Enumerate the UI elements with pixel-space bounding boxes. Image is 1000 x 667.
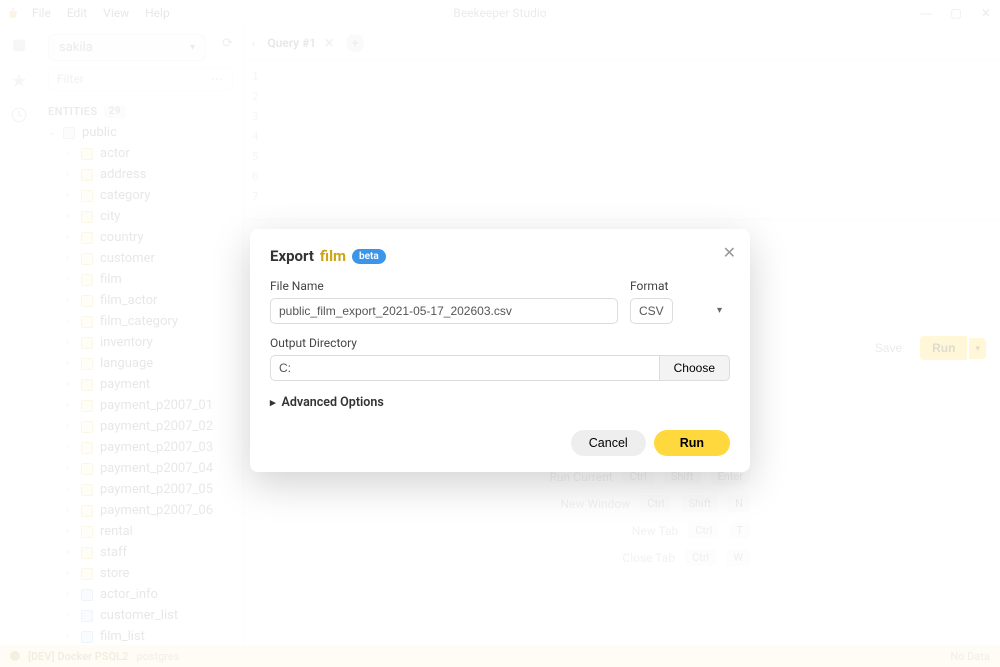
- modal-run-button[interactable]: Run: [654, 430, 730, 456]
- choose-button[interactable]: Choose: [659, 355, 730, 381]
- cancel-button[interactable]: Cancel: [571, 430, 646, 456]
- modal-title-object: film: [320, 247, 346, 265]
- beta-badge: beta: [352, 249, 386, 264]
- format-label: Format: [630, 279, 730, 293]
- advanced-options-label: Advanced Options: [282, 395, 384, 410]
- advanced-options-toggle[interactable]: ▸ Advanced Options: [270, 395, 730, 410]
- format-select[interactable]: CSV: [630, 298, 673, 324]
- filename-input[interactable]: [270, 298, 618, 324]
- chevron-down-icon: ▾: [717, 305, 722, 316]
- chevron-right-icon: ▸: [270, 396, 276, 409]
- field-format: Format CSV ▾: [630, 279, 730, 324]
- output-dir-label: Output Directory: [270, 336, 730, 350]
- export-modal: Export film beta ✕ File Name Format CSV …: [250, 229, 750, 472]
- modal-title-prefix: Export: [270, 247, 314, 265]
- output-dir-input[interactable]: [270, 355, 659, 381]
- field-filename: File Name: [270, 279, 618, 324]
- modal-close-icon[interactable]: ✕: [723, 243, 736, 262]
- modal-title: Export film beta: [270, 247, 730, 265]
- filename-label: File Name: [270, 279, 618, 293]
